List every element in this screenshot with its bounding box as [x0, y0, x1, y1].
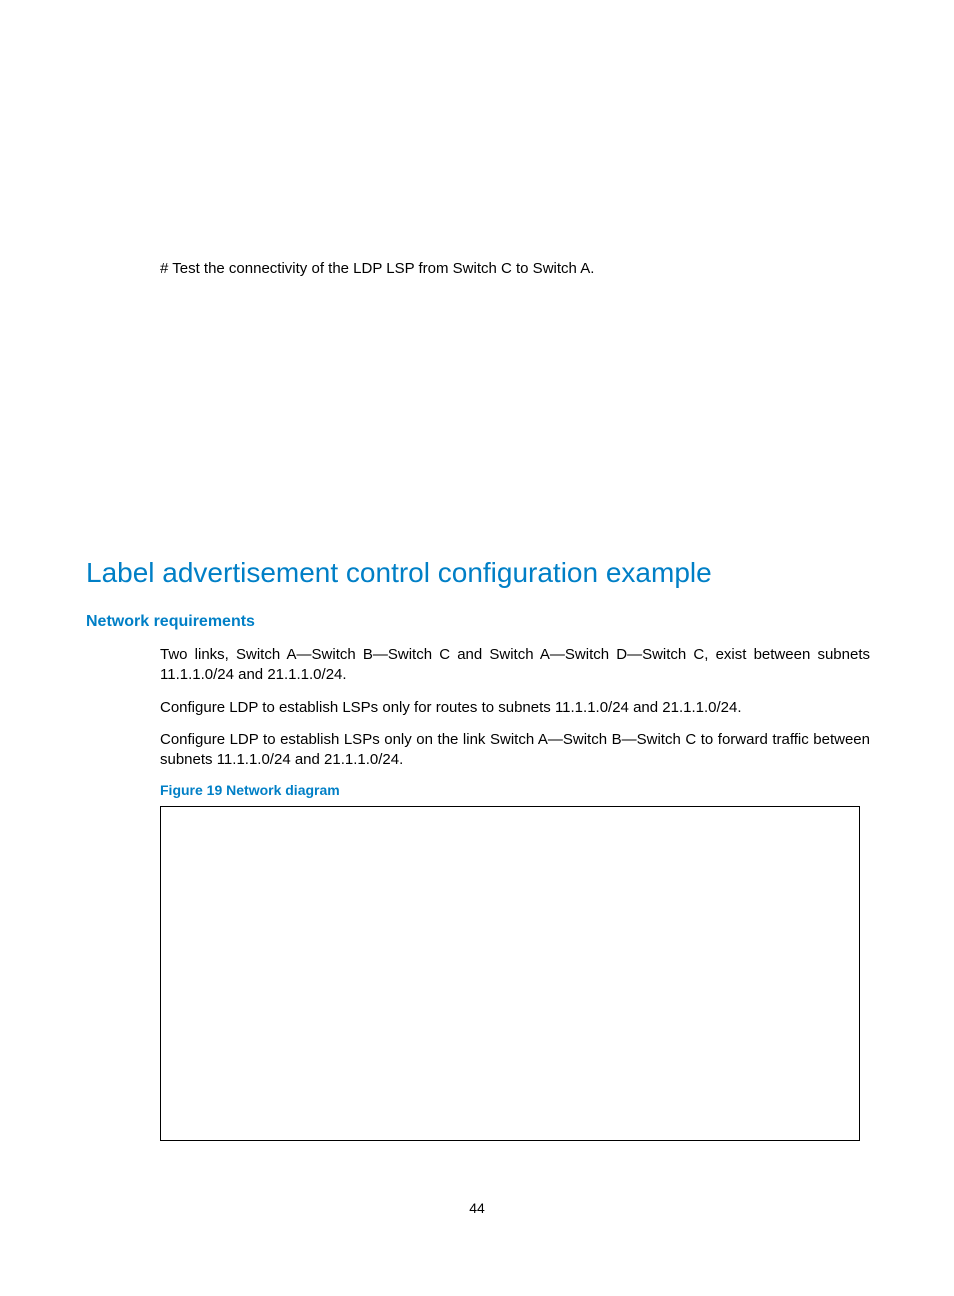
intro-text: # Test the connectivity of the LDP LSP f… [160, 260, 870, 277]
page-content: # Test the connectivity of the LDP LSP f… [160, 260, 870, 1141]
figure-caption: Figure 19 Network diagram [160, 782, 870, 798]
paragraph-3: Configure LDP to establish LSPs only on … [160, 730, 870, 771]
figure-diagram-box [160, 806, 860, 1141]
paragraph-2: Configure LDP to establish LSPs only for… [160, 698, 870, 718]
subsection-heading: Network requirements [86, 613, 870, 631]
page-number: 44 [0, 1200, 954, 1216]
section-heading: Label advertisement control configuratio… [86, 557, 870, 589]
paragraph-1: Two links, Switch A—Switch B—Switch C an… [160, 645, 870, 686]
